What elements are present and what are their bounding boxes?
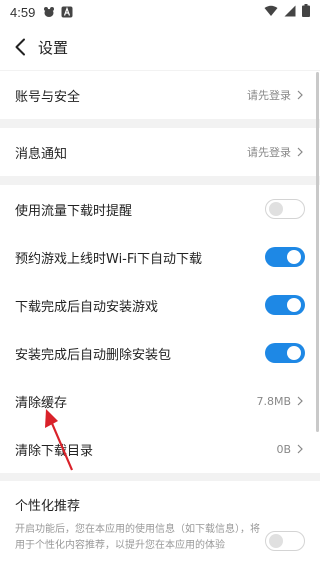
setting-row-auto-install[interactable]: 下载完成后自动安装游戏 [0,281,320,329]
setting-row-data-download-alert[interactable]: 使用流量下载时提醒 [0,185,320,233]
chevron-right-icon [297,90,305,100]
data-download-alert-toggle[interactable] [265,199,305,219]
clear-download-dir-label: 清除下载目录 [15,443,94,459]
personalization-group: 个性化推荐 开启功能后，您在本应用的使用信息（如下载信息），将用于个性化内容推荐… [0,481,320,568]
battery-icon [302,4,310,20]
account-security-value: 请先登录 [247,89,291,102]
wifi-auto-download-toggle[interactable] [265,247,305,267]
auto-delete-package-toggle[interactable] [265,343,305,363]
setting-label: 预约游戏上线时Wi-Fi下自动下载 [15,251,203,267]
scrollbar[interactable] [316,72,319,432]
status-bar: 4:59 [0,0,320,24]
signal-icon [284,5,296,20]
setting-label: 使用流量下载时提醒 [15,203,133,219]
personalized-recommendation-row: 个性化推荐 开启功能后，您在本应用的使用信息（如下载信息），将用于个性化内容推荐… [0,481,320,564]
account-security-row[interactable]: 账号与安全 请先登录 [0,71,320,119]
download-dir-size-value: 0B [276,442,291,456]
notify-group: 消息通知 请先登录 [0,128,320,176]
status-time: 4:59 [10,4,36,20]
personalized-recommendation-title: 个性化推荐 [15,499,81,514]
setting-label: 下载完成后自动安装游戏 [15,299,159,315]
personalized-recommendation-toggle[interactable] [265,531,305,551]
app-header: 设置 [0,24,320,70]
chevron-right-icon [297,147,305,157]
download-settings-group: 使用流量下载时提醒 预约游戏上线时Wi-Fi下自动下载 下载完成后自动安装游戏 … [0,185,320,473]
bear-icon [43,6,55,18]
clear-cache-row[interactable]: 清除缓存 7.8MB [0,377,320,425]
a-icon [61,6,73,18]
page-title: 设置 [38,38,69,57]
cache-size-value: 7.8MB [256,394,291,408]
message-notification-value: 请先登录 [247,146,291,159]
chevron-right-icon [297,444,305,454]
chevron-right-icon [297,396,305,406]
clear-cache-label: 清除缓存 [15,395,68,411]
personalized-recommendation-desc: 开启功能后，您在本应用的使用信息（如下载信息），将用于个性化内容推荐，以提升您在… [15,524,260,551]
account-group: 账号与安全 请先登录 [0,71,320,119]
account-security-label: 账号与安全 [15,89,81,105]
setting-row-auto-delete-package[interactable]: 安装完成后自动删除安装包 [0,329,320,377]
back-button[interactable] [2,24,38,70]
auto-install-toggle[interactable] [265,295,305,315]
wifi-icon [264,5,278,20]
message-notification-label: 消息通知 [15,146,68,162]
setting-label: 安装完成后自动删除安装包 [15,347,172,363]
chevron-left-icon [15,38,25,56]
message-notification-row[interactable]: 消息通知 请先登录 [0,128,320,176]
setting-row-wifi-auto-download[interactable]: 预约游戏上线时Wi-Fi下自动下载 [0,233,320,281]
clear-download-dir-row[interactable]: 清除下载目录 0B [0,425,320,473]
